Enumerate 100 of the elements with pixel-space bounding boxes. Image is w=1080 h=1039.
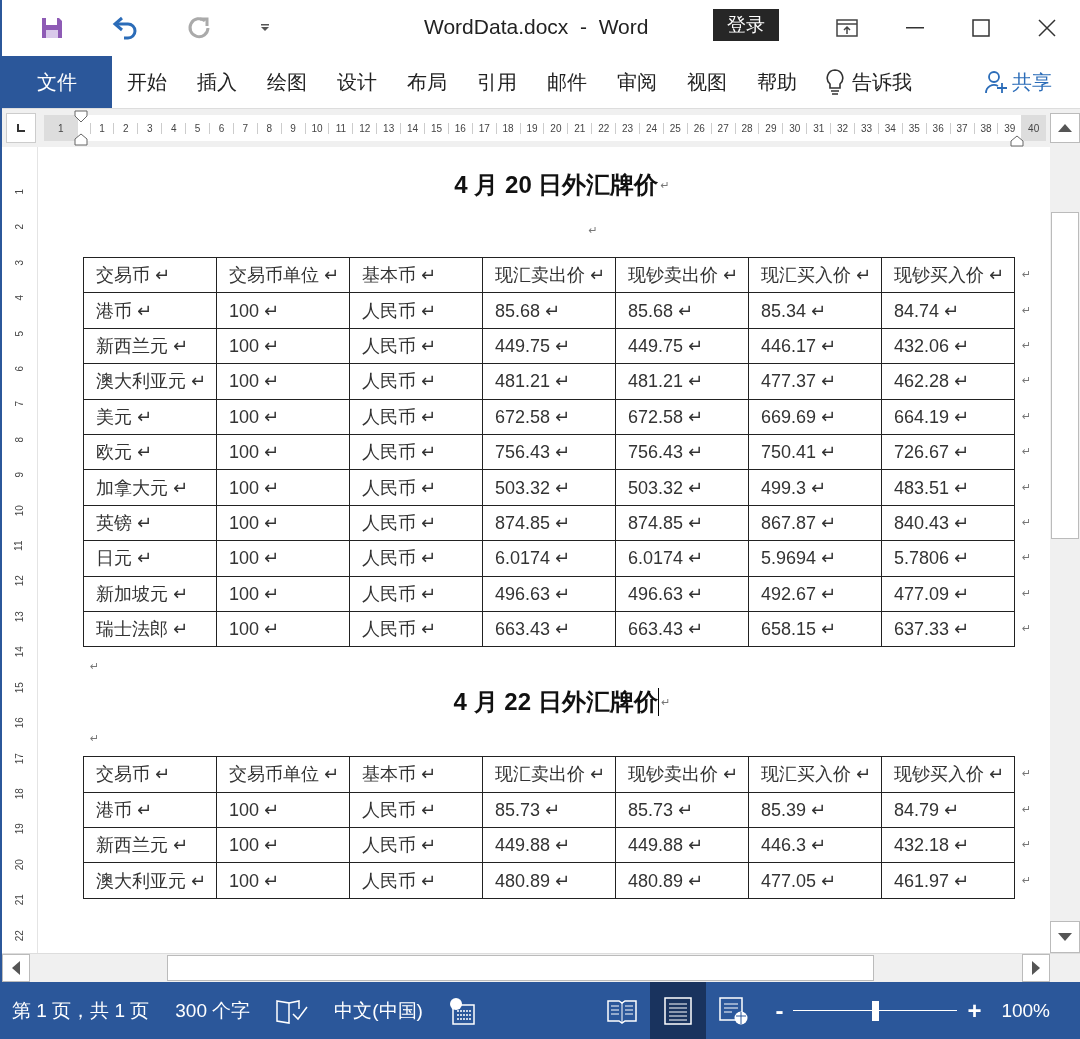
row-end-mark: ↵ xyxy=(1022,374,1032,388)
table-cell: 瑞士法郎 ↵ xyxy=(83,610,217,648)
page-count[interactable]: 第 1 页，共 1 页 xyxy=(12,997,150,1024)
ribbon-tab[interactable]: 帮助 xyxy=(742,56,812,108)
ruler-number: 1 xyxy=(13,188,26,195)
open-book-icon xyxy=(607,997,638,1024)
minimize-icon[interactable] xyxy=(906,27,924,29)
left-tab-icon xyxy=(16,123,26,133)
row-end-mark: ↵ xyxy=(1022,873,1032,887)
document-heading: 4 月 22 日外汇牌价 xyxy=(453,687,658,718)
tell-me-link[interactable]: 告诉我 xyxy=(852,68,912,96)
paragraph-mark: ↵ xyxy=(90,731,100,745)
ribbon-tab[interactable]: 邮件 xyxy=(532,56,602,108)
ruler-number: 13 xyxy=(13,611,26,623)
ruler-number: 8 xyxy=(256,122,281,134)
ribbon-tab[interactable]: 视图 xyxy=(672,56,742,108)
ribbon-tab[interactable]: 设计 xyxy=(322,56,392,108)
scroll-thumb[interactable] xyxy=(1051,212,1079,539)
ribbon-tab[interactable]: 开始 xyxy=(112,56,182,108)
person-add-icon[interactable] xyxy=(984,70,1008,94)
ruler-number: 13 xyxy=(376,122,401,134)
tab-selector[interactable] xyxy=(6,113,36,143)
undo-icon[interactable] xyxy=(112,16,138,40)
print-layout-button[interactable] xyxy=(650,982,707,1039)
ruler-number: 23 xyxy=(615,122,640,134)
table-cell: 461.97 ↵ xyxy=(881,862,1015,899)
ruler-number: 20 xyxy=(543,122,568,134)
ruler-number: 10 xyxy=(13,504,26,516)
zoom-level[interactable]: 100% xyxy=(1001,999,1050,1022)
ruler-number: 19 xyxy=(13,823,26,835)
ribbon-tab[interactable]: 绘图 xyxy=(252,56,322,108)
paragraph-mark: ↵ xyxy=(90,659,100,673)
indent-marker[interactable] xyxy=(74,110,88,146)
scroll-thumb[interactable] xyxy=(167,955,874,981)
ruler-number: 21 xyxy=(13,894,26,906)
word-count[interactable]: 300 个字 xyxy=(175,997,251,1024)
row-end-mark: ↵ xyxy=(1022,268,1032,282)
ruler-number: 8 xyxy=(13,436,26,443)
ruler-number: 1 xyxy=(89,122,114,134)
ribbon-tab[interactable]: 布局 xyxy=(392,56,462,108)
ruler-number: 37 xyxy=(949,122,974,134)
ruler-number: 6 xyxy=(209,122,233,134)
ruler-number: 5 xyxy=(185,122,209,134)
ribbon-tab[interactable]: 文件 xyxy=(2,56,112,108)
share-button[interactable]: 共享 xyxy=(1012,68,1052,96)
macro-record-icon[interactable] xyxy=(448,996,475,1025)
ruler-number: 12 xyxy=(352,122,377,134)
ruler-number: 14 xyxy=(13,646,26,658)
ruler-number: 14 xyxy=(400,122,424,134)
ruler-number: 16 xyxy=(447,122,472,134)
ruler-number: 17 xyxy=(13,752,26,764)
scroll-right-button[interactable] xyxy=(1022,954,1050,982)
ruler-number: 40 xyxy=(1028,122,1040,134)
ruler-number: 12 xyxy=(13,575,26,587)
zoom-out-button[interactable]: - xyxy=(775,996,784,1025)
down-arrow-icon xyxy=(1058,933,1072,941)
ruler-number: 20 xyxy=(13,858,26,870)
zoom-slider-thumb[interactable] xyxy=(872,1000,880,1021)
row-end-mark: ↵ xyxy=(1022,445,1032,459)
maximize-icon[interactable] xyxy=(972,19,990,37)
left-arrow-icon xyxy=(12,961,20,975)
ruler-number: 33 xyxy=(854,122,878,134)
lightbulb-icon[interactable] xyxy=(826,69,844,95)
language-indicator[interactable]: 中文(中国) xyxy=(334,997,423,1024)
document-heading: 4 月 20 日外汇牌价 xyxy=(454,170,659,200)
close-icon[interactable] xyxy=(1038,19,1056,37)
ruler-number: 25 xyxy=(662,122,687,134)
dropdown-icon[interactable] xyxy=(260,24,270,32)
vertical-scrollbar[interactable] xyxy=(1050,147,1080,953)
table-cell: 637.33 ↵ xyxy=(881,610,1015,648)
ruler-number: 4 xyxy=(13,295,26,301)
ruler-number: 21 xyxy=(567,122,592,134)
ruler-number: 10 xyxy=(304,122,329,134)
scroll-down-button[interactable] xyxy=(1050,921,1080,953)
ribbon-tab[interactable]: 插入 xyxy=(182,56,252,108)
ruler-number: 34 xyxy=(877,122,902,134)
page-lines-icon xyxy=(664,996,693,1025)
ribbon-tab[interactable]: 引用 xyxy=(462,56,532,108)
proofing-icon[interactable] xyxy=(276,997,309,1024)
scroll-up-button[interactable] xyxy=(1050,113,1080,143)
ruler-number: 38 xyxy=(973,122,998,134)
row-end-mark: ↵ xyxy=(1022,802,1032,816)
zoom-slider[interactable] xyxy=(793,999,958,1022)
ruler-number: 5 xyxy=(13,330,26,337)
save-icon[interactable] xyxy=(40,16,64,40)
ruler-number: 28 xyxy=(734,122,759,134)
ruler-number: 26 xyxy=(686,122,711,134)
indent-marker[interactable] xyxy=(1010,135,1024,147)
row-end-mark: ↵ xyxy=(1022,515,1032,529)
login-button[interactable]: 登录 xyxy=(713,9,779,41)
scroll-left-button[interactable] xyxy=(2,954,30,982)
ruler-number: 9 xyxy=(13,472,26,478)
row-end-mark: ↵ xyxy=(1022,838,1032,852)
ruler-number: 3 xyxy=(137,122,162,134)
ruler-number: 4 xyxy=(161,122,186,134)
row-end-mark: ↵ xyxy=(1022,409,1032,423)
zoom-in-button[interactable]: + xyxy=(967,996,982,1025)
ribbon-display-icon[interactable] xyxy=(836,19,858,37)
ribbon-tab[interactable]: 审阅 xyxy=(602,56,672,108)
row-end-mark: ↵ xyxy=(1022,551,1032,565)
